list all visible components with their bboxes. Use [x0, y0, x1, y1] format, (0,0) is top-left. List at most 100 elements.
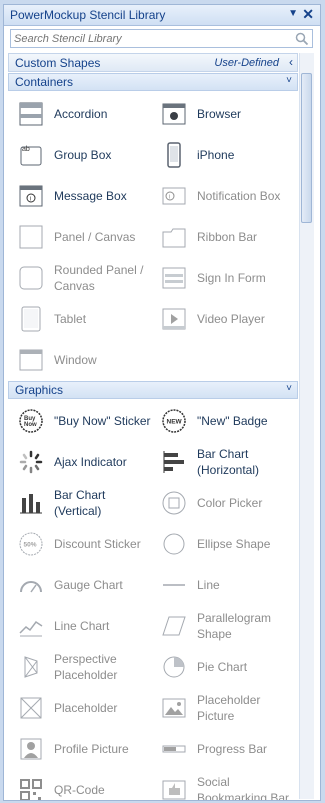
section-header-containers[interactable]: Containers ˅	[8, 73, 298, 91]
stencil-item-label: Tablet	[54, 312, 87, 326]
stencil-item-label: Gauge Chart	[54, 578, 123, 592]
stencil-item-label: Ribbon Bar	[197, 230, 258, 244]
stencil-item-gauge-chart[interactable]: Gauge Chart	[8, 566, 148, 604]
svg-text:Now: Now	[24, 422, 37, 428]
stencil-item-panel[interactable]: Panel / Canvas	[8, 218, 148, 256]
line-chart-icon	[19, 620, 43, 637]
stencil-item-sign-in-form[interactable]: Sign In Form	[151, 259, 291, 297]
stencil-item-label: Placeholder	[54, 701, 118, 715]
panel-title: PowerMockup Stencil Library	[10, 8, 166, 22]
stencil-item-ribbon-bar[interactable]: Ribbon Bar	[151, 218, 291, 256]
stencil-item-label: Perspective Placeholder	[54, 652, 118, 682]
stencil-item-bar-chart-vertical[interactable]: Bar Chart (Vertical)	[8, 484, 148, 522]
panel-icon	[19, 225, 43, 249]
panel-title-bar: PowerMockup Stencil Library ▼ ✕	[4, 5, 320, 26]
section-header-graphics[interactable]: Graphics ˅	[8, 381, 298, 399]
stencil-item-label: Placeholder Picture	[197, 693, 261, 723]
stencil-item-label: Rounded Panel / Canvas	[54, 263, 144, 293]
stencil-item-accordion[interactable]: Accordion	[8, 95, 148, 133]
chevron-down-icon[interactable]: ˅	[286, 75, 292, 86]
svg-text:ab: ab	[22, 146, 30, 153]
accordion-icon	[19, 102, 43, 126]
bar-chart-vertical-icon	[20, 494, 42, 514]
parallelogram-icon	[162, 616, 186, 636]
stencil-item-social-bookmarking[interactable]: Social Bookmarking Bar	[151, 771, 291, 800]
placeholder-picture-icon	[162, 698, 186, 718]
stencil-item-ajax-indicator[interactable]: Ajax Indicator	[8, 443, 148, 481]
stencil-item-placeholder-picture[interactable]: Placeholder Picture	[151, 689, 291, 727]
search-box	[10, 29, 313, 48]
color-picker-icon	[162, 491, 186, 515]
stencil-item-label: Group Box	[54, 148, 112, 162]
stencil-item-buy-now-sticker[interactable]: Buy Now "Buy Now" Sticker	[8, 402, 151, 440]
vertical-scrollbar[interactable]	[299, 53, 314, 799]
stencil-item-label: Sign In Form	[197, 271, 266, 285]
stencil-item-profile-picture[interactable]: Profile Picture	[8, 730, 148, 768]
pie-chart-icon	[163, 656, 185, 678]
stencil-item-label: Discount Sticker	[54, 537, 141, 551]
stencil-item-iphone[interactable]: iPhone	[151, 136, 291, 174]
stencil-item-progress-bar[interactable]: Progress Bar	[151, 730, 291, 768]
stencil-item-parallelogram[interactable]: Parallelogram Shape	[151, 607, 291, 645]
custom-shapes-header[interactable]: Custom Shapes User-Defined ‹	[8, 53, 298, 72]
progress-bar-icon	[162, 745, 186, 753]
stencil-item-pie-chart[interactable]: Pie Chart	[151, 648, 291, 686]
chevron-left-icon[interactable]: ‹	[289, 55, 293, 69]
video-player-icon	[162, 308, 186, 330]
stencil-item-qr-code[interactable]: QR-Code	[8, 771, 148, 800]
stencil-item-window[interactable]: Window	[8, 341, 148, 379]
stencil-item-color-picker[interactable]: Color Picker	[151, 484, 291, 522]
stencil-item-label: Bar Chart (Horizontal)	[197, 447, 260, 477]
stencil-item-bar-chart-horizontal[interactable]: Bar Chart (Horizontal)	[151, 443, 291, 481]
search-input[interactable]	[14, 31, 284, 46]
stencil-item-line-chart[interactable]: Line Chart	[8, 607, 148, 645]
stencil-item-label: Profile Picture	[54, 742, 129, 756]
ajax-indicator-icon	[19, 450, 43, 474]
rounded-panel-icon	[19, 266, 43, 290]
stencil-item-label: Browser	[197, 107, 242, 121]
bar-chart-horizontal-icon	[163, 451, 184, 473]
sign-in-form-icon	[162, 267, 186, 289]
chevron-down-icon[interactable]: ˅	[286, 383, 292, 394]
discount-sticker-icon: 50%	[19, 532, 43, 556]
stencil-item-perspective-placeholder[interactable]: Perspective Placeholder	[8, 648, 148, 686]
notification-box-icon: i	[162, 187, 186, 205]
stencil-item-label: Window	[54, 353, 97, 367]
stencil-item-browser[interactable]: Browser	[151, 95, 291, 133]
stencil-item-new-badge[interactable]: NEW "New" Badge	[151, 402, 291, 440]
stencil-item-video-player[interactable]: Video Player	[151, 300, 291, 338]
stencil-item-group-box[interactable]: ab Group Box	[8, 136, 148, 174]
stencil-item-message-box[interactable]: i Message Box	[8, 177, 148, 215]
stencil-item-label: Social Bookmarking Bar	[197, 775, 290, 801]
svg-text:i: i	[169, 195, 170, 201]
scrollbar-thumb[interactable]	[301, 73, 312, 223]
stencil-item-label: Ajax Indicator	[54, 455, 127, 469]
stencil-item-label: Panel / Canvas	[54, 230, 136, 244]
stencil-item-label: "New" Badge	[197, 414, 268, 428]
panel-close-icon[interactable]: ✕	[302, 6, 314, 23]
browser-icon	[162, 103, 186, 125]
stencil-item-notification-box[interactable]: i Notification Box	[151, 177, 291, 215]
search-icon[interactable]	[295, 32, 309, 46]
stencil-item-label: QR-Code	[54, 783, 105, 797]
stencil-item-ellipse[interactable]: Ellipse Shape	[151, 525, 291, 563]
stencil-item-line[interactable]: Line	[151, 566, 291, 604]
new-badge-icon: NEW	[162, 409, 186, 433]
buy-now-sticker-icon: BuyNow	[19, 409, 43, 433]
stencil-item-label: Notification Box	[197, 189, 281, 203]
stencil-item-label: Message Box	[54, 189, 127, 203]
group-box-icon: ab	[20, 146, 42, 166]
profile-picture-icon	[20, 738, 42, 760]
panel-menu-dropdown-icon[interactable]: ▼	[288, 8, 298, 19]
stencil-item-label: Bar Chart (Vertical)	[54, 488, 106, 518]
stencil-item-label: Parallelogram Shape	[197, 611, 272, 641]
stencil-item-rounded-panel[interactable]: Rounded Panel / Canvas	[8, 259, 148, 297]
stencil-item-discount-sticker[interactable]: 50% Discount Sticker	[8, 525, 148, 563]
svg-text:50%: 50%	[24, 542, 37, 549]
stencil-item-label: Accordion	[54, 107, 108, 121]
ribbon-bar-icon	[162, 228, 186, 248]
social-bookmarking-icon	[162, 780, 186, 800]
stencil-item-tablet[interactable]: Tablet	[8, 300, 148, 338]
stencil-item-label: Progress Bar	[197, 742, 268, 756]
stencil-item-placeholder[interactable]: Placeholder	[8, 689, 148, 727]
